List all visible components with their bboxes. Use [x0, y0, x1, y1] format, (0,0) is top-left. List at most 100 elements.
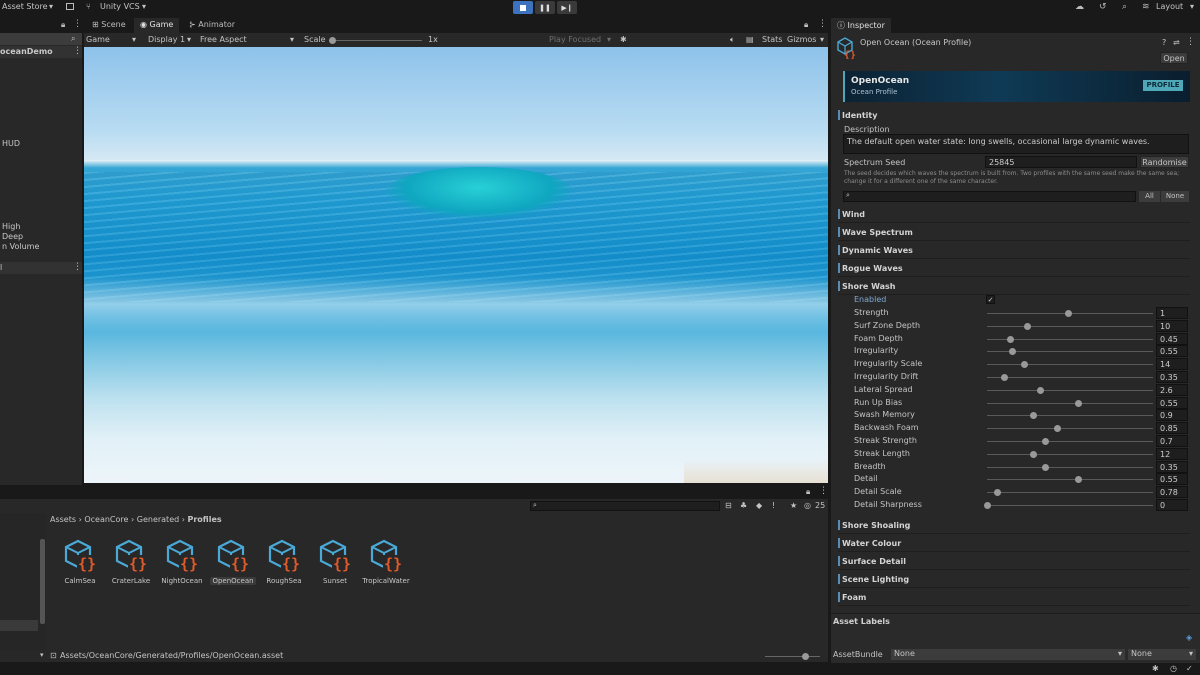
audio-icon[interactable]: 🔈︎	[730, 35, 735, 45]
package-icon[interactable]	[66, 3, 74, 10]
hierarchy-item[interactable]: Deep	[2, 232, 23, 241]
scene-header-secondary[interactable]: l ⋮	[0, 262, 82, 274]
filter-icon[interactable]: ⊟	[725, 501, 732, 510]
slider-knob[interactable]	[802, 653, 809, 660]
step-button[interactable]: ▶❙	[557, 1, 577, 14]
param-value-field[interactable]: 0.45	[1156, 332, 1188, 345]
vcs-button[interactable]: Unity VCS	[100, 2, 140, 11]
enabled-checkbox[interactable]: ✓	[986, 295, 995, 304]
aspect-dropdown[interactable]: Free Aspect	[200, 35, 247, 44]
display-mode-dropdown[interactable]: Game	[86, 35, 110, 44]
param-slider[interactable]	[987, 489, 1153, 497]
seed-input[interactable]: 25845	[985, 156, 1137, 168]
hierarchy-item[interactable]: HUD	[2, 139, 20, 148]
hierarchy-item[interactable]: n Volume	[2, 242, 39, 251]
param-value-field[interactable]: 2.6	[1156, 383, 1188, 396]
section-header[interactable]: Surface Detail	[838, 553, 1190, 570]
tab-animator[interactable]: ⊱ Animator	[183, 18, 241, 33]
keyboard-icon[interactable]: ▤	[746, 35, 754, 44]
menu-icon[interactable]: ⋮	[73, 262, 82, 272]
lock-icon[interactable]: 🔒︎	[61, 20, 65, 30]
section-header[interactable]: Rogue Waves	[838, 260, 1190, 277]
selected-folder[interactable]	[0, 620, 38, 631]
param-slider[interactable]	[987, 399, 1153, 407]
randomise-button[interactable]: Randomise	[1140, 156, 1189, 168]
param-value-field[interactable]: 0.78	[1156, 486, 1188, 499]
lock-icon[interactable]: 🔒︎	[804, 20, 808, 30]
menu-icon[interactable]: ⋮	[73, 46, 82, 56]
param-value-field[interactable]: 1	[1156, 307, 1188, 319]
hierarchy-item[interactable]: High	[2, 222, 20, 231]
hierarchy-search-bar[interactable]: ⌕	[0, 33, 82, 45]
scrollbar[interactable]	[40, 539, 45, 624]
stats-button[interactable]: Stats	[762, 35, 782, 44]
asset-item[interactable]: {} OpenOcean	[208, 538, 258, 585]
param-slider[interactable]	[987, 450, 1153, 458]
tab-game[interactable]: ◉ Game	[134, 18, 180, 33]
param-value-field[interactable]: 0	[1156, 499, 1188, 511]
param-value-field[interactable]: 0.85	[1156, 422, 1188, 435]
gizmos-button[interactable]: Gizmos	[787, 35, 816, 44]
tag-icon[interactable]: ◈	[1186, 633, 1192, 642]
param-slider[interactable]	[987, 374, 1153, 381]
help-icon[interactable]: ?	[1162, 38, 1166, 47]
chevron-down-icon[interactable]: ▾	[187, 35, 191, 44]
expand-all-button[interactable]: All	[1139, 191, 1160, 202]
debug-icon[interactable]: ✱	[1152, 664, 1159, 673]
bug-icon[interactable]: ✱	[620, 35, 627, 44]
asset-item[interactable]: {} CalmSea	[55, 538, 105, 585]
pause-button[interactable]: ❚❚	[535, 1, 555, 14]
slider-knob[interactable]	[329, 37, 336, 44]
asset-item[interactable]: {} NightOcean	[157, 538, 207, 585]
section-header[interactable]: Wind	[838, 206, 1190, 223]
star-icon[interactable]: ★	[790, 501, 797, 510]
param-value-field[interactable]: 0.55	[1156, 345, 1188, 358]
menu-icon[interactable]: ⋮	[73, 19, 82, 29]
breadcrumb-item[interactable]: Profiles	[188, 515, 222, 524]
param-value-field[interactable]: 0.35	[1156, 371, 1188, 383]
collapse-all-button[interactable]: None	[1161, 191, 1189, 202]
asset-item[interactable]: {} RoughSea	[259, 538, 309, 585]
chevron-down-icon[interactable]: ▾	[49, 2, 53, 11]
breadcrumb-item[interactable]: Assets	[50, 515, 76, 524]
section-header[interactable]: Shore Wash	[838, 278, 1190, 295]
section-header[interactable]: Water Colour	[838, 535, 1190, 552]
slider-knob[interactable]	[1075, 399, 1083, 407]
param-slider[interactable]	[987, 386, 1153, 394]
chevron-down-icon[interactable]: ▾	[1190, 2, 1194, 11]
preset-icon[interactable]: ⇌	[1173, 38, 1180, 47]
slider-knob[interactable]	[1000, 374, 1008, 381]
section-header[interactable]: Scene Lighting	[838, 571, 1190, 588]
progress-icon[interactable]: ◷	[1170, 664, 1177, 673]
breadcrumb-item[interactable]: Generated	[137, 515, 179, 524]
slider-knob[interactable]	[1007, 335, 1015, 343]
type-filter-icon[interactable]: ♣	[740, 501, 747, 510]
search-icon[interactable]: ⌕	[1122, 2, 1127, 12]
asset-item[interactable]: {} CraterLake	[106, 538, 156, 585]
param-slider[interactable]	[987, 348, 1153, 356]
lock-icon[interactable]: 🔒︎	[806, 487, 810, 497]
label-filter-icon[interactable]: ◆	[756, 501, 762, 510]
tab-inspector[interactable]: ⓘ Inspector	[831, 18, 891, 33]
menu-icon[interactable]: ⋮	[818, 19, 827, 29]
param-slider[interactable]	[987, 335, 1153, 343]
param-slider[interactable]	[987, 412, 1153, 420]
section-header[interactable]: Wave Spectrum	[838, 224, 1190, 241]
asset-bundle-dropdown[interactable]: None ▾	[891, 649, 1125, 660]
param-slider[interactable]	[987, 438, 1153, 445]
slider-knob[interactable]	[1042, 463, 1050, 471]
param-value-field[interactable]: 0.7	[1156, 435, 1188, 447]
project-search-input[interactable]: ⌕	[530, 501, 720, 511]
search-icon[interactable]: ⌕	[71, 34, 75, 44]
param-value-field[interactable]: 0.55	[1156, 473, 1188, 486]
open-button[interactable]: Open	[1160, 52, 1188, 64]
param-value-field[interactable]: 12	[1156, 447, 1188, 460]
scene-header[interactable]: oceanDemo ⋮	[0, 46, 82, 58]
check-icon[interactable]: ✓	[1186, 664, 1193, 673]
game-view[interactable]	[84, 47, 828, 483]
param-value-field[interactable]: 14	[1156, 358, 1188, 371]
layout-dropdown[interactable]: Layout	[1156, 2, 1183, 11]
param-value-field[interactable]: 0.9	[1156, 409, 1188, 422]
chevron-down-icon[interactable]: ▾	[142, 2, 146, 11]
chevron-down-icon[interactable]: ▾	[290, 35, 294, 44]
